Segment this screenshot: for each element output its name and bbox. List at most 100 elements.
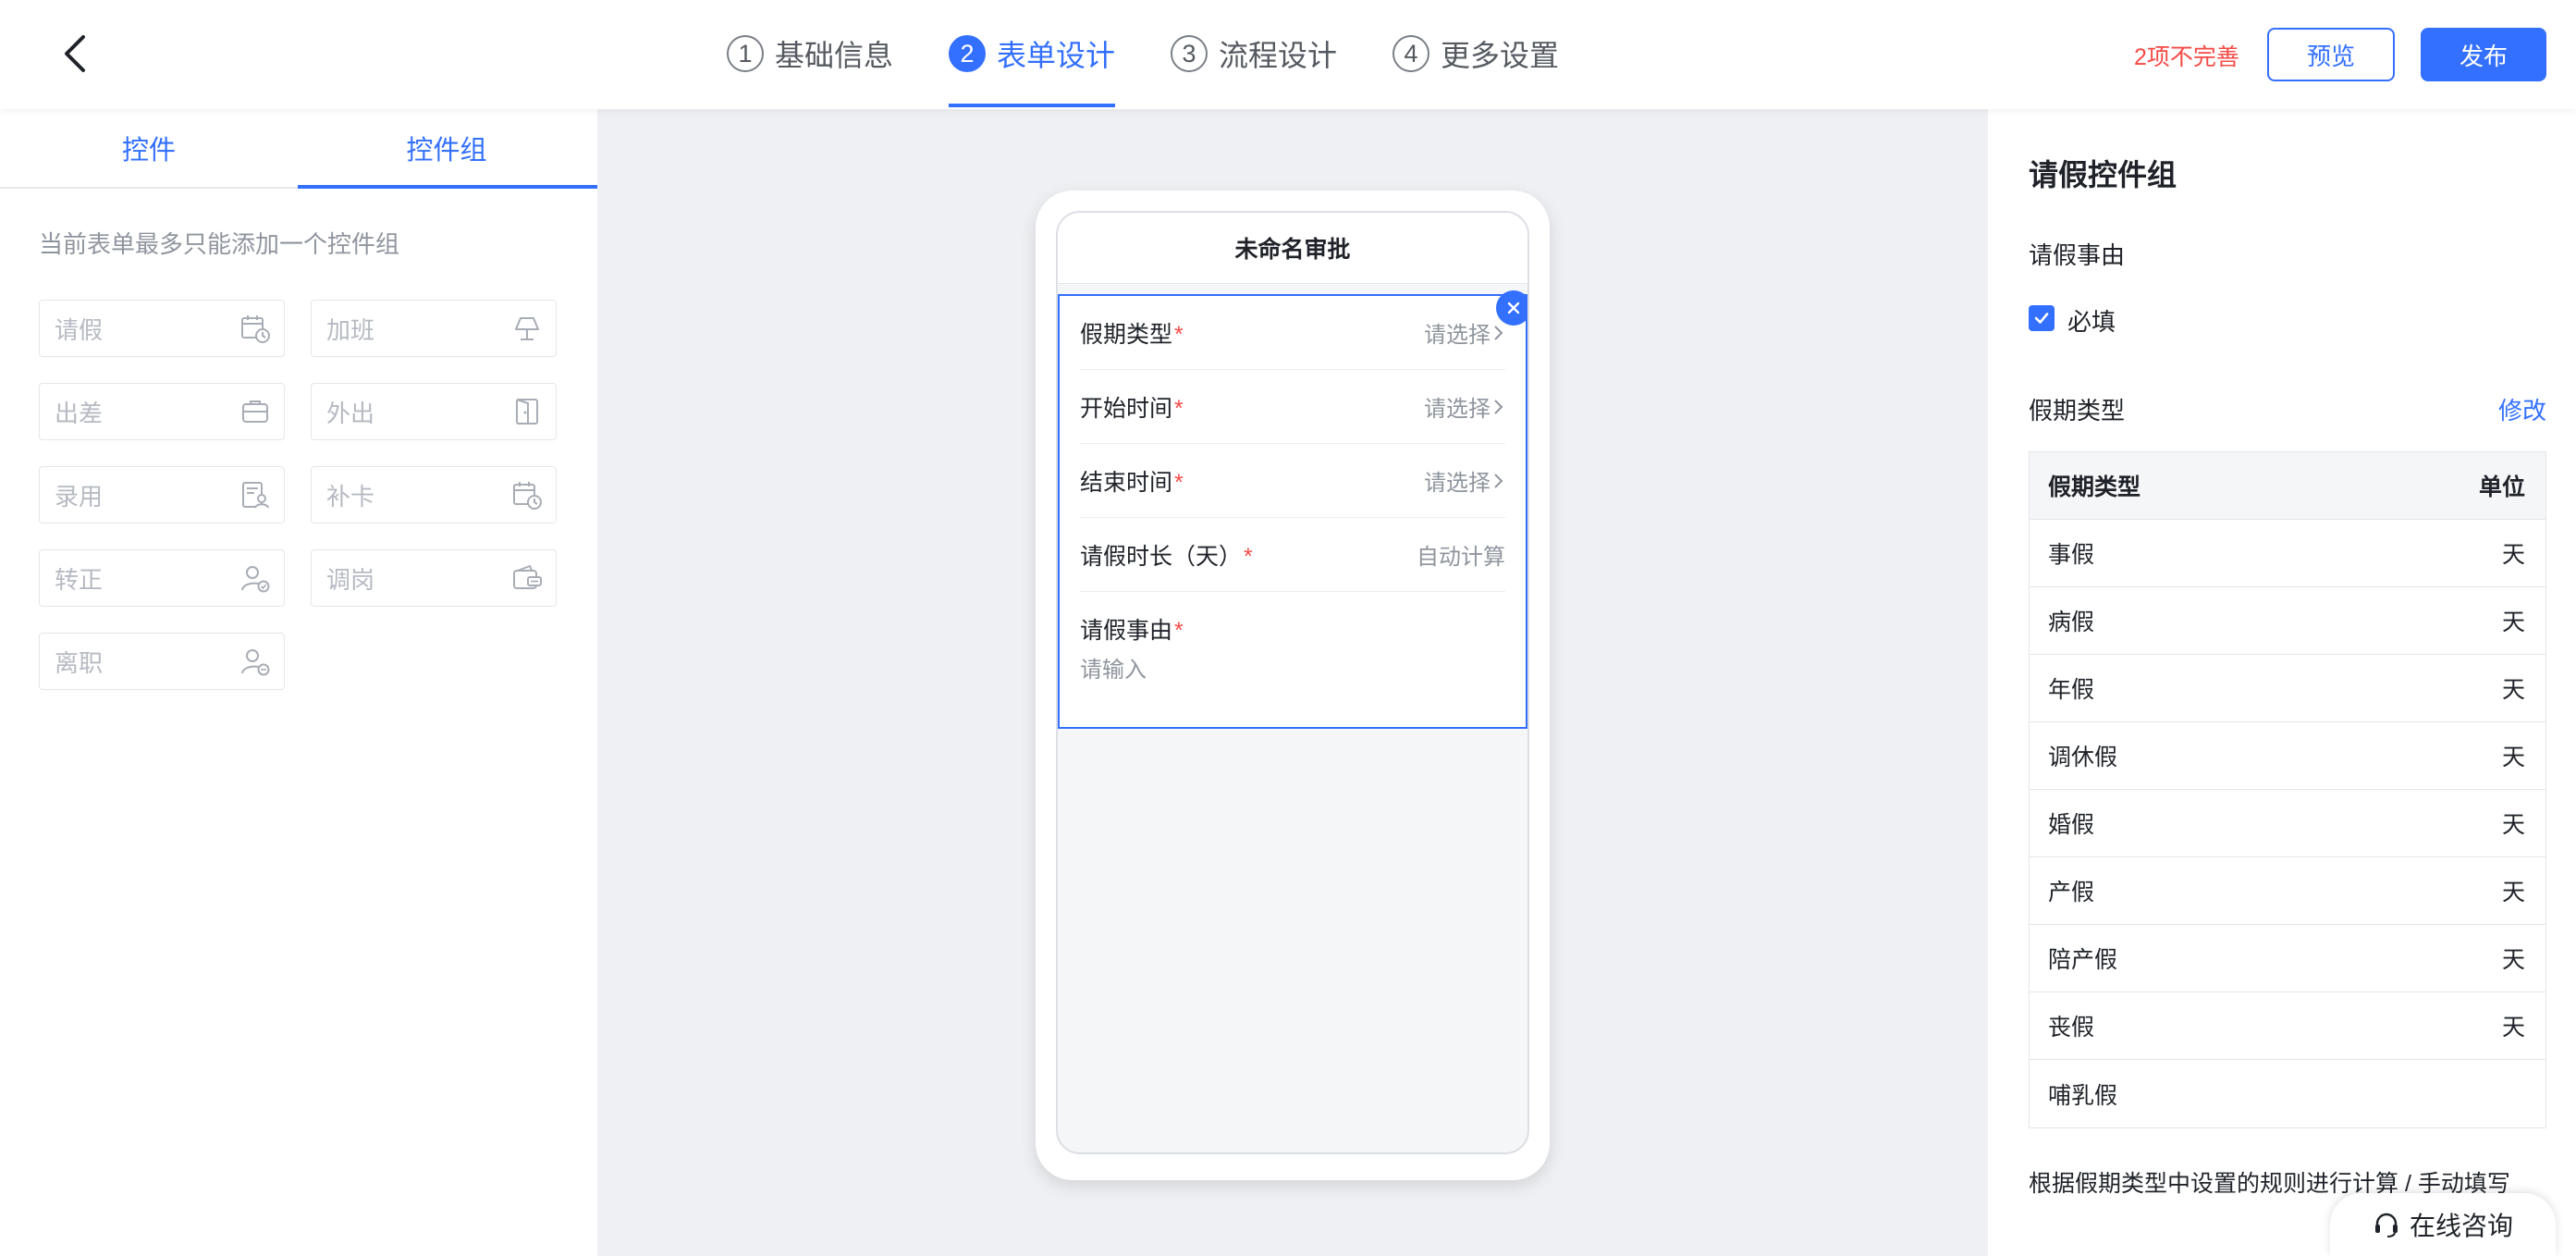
step-more-settings[interactable]: 4 更多设置 xyxy=(1392,0,1559,107)
control-label: 请假 xyxy=(55,315,104,344)
field-label: 假期类型 xyxy=(1080,321,1173,348)
online-consult-label: 在线咨询 xyxy=(2409,1212,2513,1240)
leave-type-name: 丧假 xyxy=(2048,1015,2095,1041)
section-label-reason: 请假事由 xyxy=(2029,241,2126,269)
field-leave-reason[interactable]: 请假事由* 请输入 xyxy=(1080,612,1526,683)
field-label-wrap: 假期类型* xyxy=(1080,316,1184,350)
field-placeholder: 请输入 xyxy=(1080,658,1147,683)
leave-type-unit: 天 xyxy=(2501,610,2525,635)
step-nav: 1 基础信息 2 表单设计 3 流程设计 4 更多设置 xyxy=(727,0,1614,109)
door-exit-icon xyxy=(516,399,538,425)
field-label-wrap: 开始时间* xyxy=(1080,390,1184,424)
control-group-hire[interactable]: 录用 xyxy=(39,466,285,523)
leave-type-name: 病假 xyxy=(2048,610,2095,635)
control-group-transfer[interactable]: 调岗 xyxy=(311,549,557,607)
field-auto-calc: 自动计算 xyxy=(1417,545,1505,570)
step-form-design[interactable]: 2 表单设计 xyxy=(949,0,1116,107)
phone-frame: 未命名审批 假期类型* 请选择 开始时间* 请选择 结束时间* 请选择 请假时长… xyxy=(1036,191,1550,1180)
step-flow-design[interactable]: 3 流程设计 xyxy=(1171,0,1337,107)
checkmark-icon xyxy=(2034,313,2049,324)
step-label: 基础信息 xyxy=(775,39,894,72)
leave-type-name: 调休假 xyxy=(2048,745,2118,770)
field-label: 结束时间 xyxy=(1080,469,1173,496)
panel-title: 请假控件组 xyxy=(2029,158,2177,191)
required-checkbox[interactable] xyxy=(2029,305,2055,331)
leave-type-unit: 天 xyxy=(2501,880,2525,905)
chevron-right-icon xyxy=(1494,399,1503,414)
field-end-time[interactable]: 结束时间* 请选择 xyxy=(1080,444,1505,518)
field-placeholder: 请选择 xyxy=(1424,471,1490,496)
leave-type-name: 产假 xyxy=(2048,880,2095,905)
panel-tabs: 控件 控件组 xyxy=(0,109,597,189)
field-value-wrap: 请选择 xyxy=(1424,464,1505,497)
table-row: 婚假 天 xyxy=(2030,790,2545,857)
form-canvas: 未命名审批 假期类型* 请选择 开始时间* 请选择 结束时间* 请选择 请假时长… xyxy=(597,109,1988,1256)
field-label-wrap: 结束时间* xyxy=(1080,464,1184,498)
leave-control-group[interactable]: 假期类型* 请选择 开始时间* 请选择 结束时间* 请选择 请假时长（天）* 自… xyxy=(1058,290,1527,729)
table-row: 年假 天 xyxy=(2030,655,2545,722)
tab-controls[interactable]: 控件 xyxy=(0,109,298,187)
control-group-go-out[interactable]: 外出 xyxy=(311,383,557,440)
tab-control-groups[interactable]: 控件组 xyxy=(298,109,595,187)
control-library-panel: 控件 控件组 当前表单最多只能添加一个控件组 请假 加班 出差 外出 录用 补卡… xyxy=(0,109,598,1256)
publish-button[interactable]: 发布 xyxy=(2421,28,2546,81)
control-label: 转正 xyxy=(55,565,104,594)
incomplete-warning[interactable]: 2项不完善 xyxy=(2134,39,2239,72)
back-arrow-icon[interactable] xyxy=(55,28,96,80)
required-checkbox-label[interactable]: 必填 xyxy=(2067,303,2116,338)
required-mark: * xyxy=(1174,321,1184,348)
required-mark: * xyxy=(1174,395,1184,422)
step-basic-info[interactable]: 1 基础信息 xyxy=(727,0,893,107)
leave-type-name: 年假 xyxy=(2048,677,2095,703)
field-placeholder: 请选择 xyxy=(1424,397,1490,422)
control-label: 离职 xyxy=(55,648,104,677)
control-group-punch-fix[interactable]: 补卡 xyxy=(311,466,557,523)
control-group-leave[interactable]: 请假 xyxy=(39,300,285,357)
headset-icon xyxy=(2374,1213,2398,1238)
chevron-right-icon xyxy=(1494,473,1503,488)
calendar-clock-icon xyxy=(513,482,542,510)
leave-type-unit: 天 xyxy=(2501,542,2525,568)
step-number: 2 xyxy=(949,35,987,72)
column-header-unit: 单位 xyxy=(2478,474,2525,500)
table-row: 事假 天 xyxy=(2030,520,2545,587)
user-remove-icon xyxy=(241,649,270,676)
briefcase-icon xyxy=(242,400,268,423)
control-group-business-trip[interactable]: 出差 xyxy=(39,383,285,440)
user-check-icon xyxy=(241,566,270,593)
leave-type-name: 事假 xyxy=(2048,542,2095,568)
form-title: 未命名审批 xyxy=(1058,213,1527,284)
field-leave-type[interactable]: 假期类型* 请选择 xyxy=(1080,296,1505,370)
field-label: 请假事由 xyxy=(1080,618,1173,644)
table-row: 调休假 天 xyxy=(2030,722,2545,790)
field-leave-duration[interactable]: 请假时长（天）* 自动计算 xyxy=(1080,518,1505,592)
field-label-wrap: 请假事由* xyxy=(1080,612,1526,646)
table-row: 产假 天 xyxy=(2030,857,2545,925)
top-bar: 1 基础信息 2 表单设计 3 流程设计 4 更多设置 2项不完善 预览 发布 xyxy=(0,0,2576,109)
remove-group-close-icon[interactable] xyxy=(1496,290,1527,326)
chevron-right-icon xyxy=(1494,325,1503,340)
leave-type-unit: 天 xyxy=(2501,745,2525,770)
required-mark: * xyxy=(1174,469,1184,496)
control-label: 补卡 xyxy=(326,482,375,511)
control-label: 录用 xyxy=(55,482,104,511)
online-consult-button[interactable]: 在线咨询 xyxy=(2330,1193,2556,1256)
field-label: 开始时间 xyxy=(1080,395,1173,422)
control-group-regularization[interactable]: 转正 xyxy=(39,549,285,607)
preview-button[interactable]: 预览 xyxy=(2267,28,2395,81)
field-value-wrap: 自动计算 xyxy=(1417,538,1505,571)
control-group-resign[interactable]: 离职 xyxy=(39,633,285,690)
control-group-overtime[interactable]: 加班 xyxy=(311,300,557,357)
lamp-icon xyxy=(515,317,539,340)
leave-type-unit: 天 xyxy=(2501,677,2525,703)
leave-type-unit: 天 xyxy=(2501,812,2525,838)
table-row: 丧假 天 xyxy=(2030,992,2545,1060)
field-start-time[interactable]: 开始时间* 请选择 xyxy=(1080,370,1505,444)
edit-leave-types-link[interactable]: 修改 xyxy=(2498,392,2546,426)
field-label: 请假时长（天） xyxy=(1080,543,1243,570)
field-placeholder: 请选择 xyxy=(1424,323,1490,348)
step-number: 3 xyxy=(1171,35,1208,72)
required-mark: * xyxy=(1244,543,1253,570)
active-tab-indicator xyxy=(298,185,597,189)
step-number: 1 xyxy=(727,35,764,72)
